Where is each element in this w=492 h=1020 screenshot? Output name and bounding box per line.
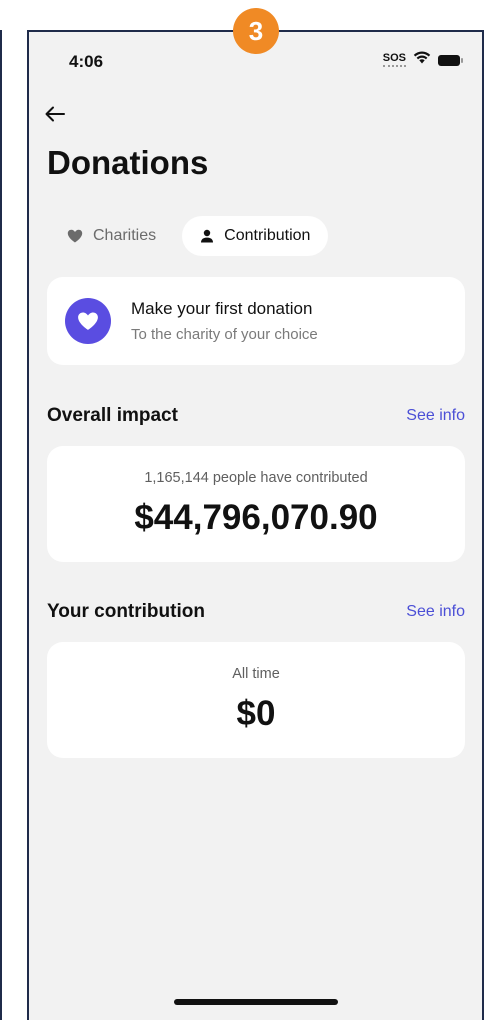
tab-contribution-label: Contribution [224, 227, 311, 244]
sos-indicator: SOS [382, 53, 406, 67]
overall-impact-amount: $44,796,070.90 [134, 498, 378, 537]
overall-impact-see-info-link[interactable]: See info [406, 407, 465, 425]
frame-left-border [0, 30, 2, 1020]
phone-screen: 4:06 SOS Donations Charities Contributio… [27, 30, 484, 1020]
overall-impact-header: Overall impact See info [47, 405, 465, 427]
wifi-icon [413, 51, 431, 69]
person-icon [201, 229, 214, 243]
your-contribution-heading: Your contribution [47, 601, 205, 622]
arrow-left-icon [45, 106, 65, 122]
first-donation-title: Make your first donation [131, 299, 313, 318]
back-button[interactable] [45, 102, 65, 128]
tab-charities[interactable]: Charities [49, 216, 174, 256]
step-badge: 3 [233, 8, 279, 54]
first-donation-card[interactable]: Make your first donation To the charity … [47, 277, 465, 365]
overall-impact-card: 1,165,144 people have contributed $44,79… [47, 446, 465, 562]
heart-icon [78, 312, 98, 330]
your-contribution-header: Your contribution See info [47, 601, 465, 623]
status-icons: SOS [382, 51, 463, 69]
page-title: Donations [47, 144, 209, 181]
home-indicator[interactable] [174, 999, 338, 1005]
contributors-count: 1,165,144 people have contributed [144, 470, 368, 486]
contribution-period-label: All time [232, 666, 280, 682]
your-contribution-amount: $0 [236, 694, 276, 733]
tab-contribution[interactable]: Contribution [182, 216, 329, 256]
status-time: 4:06 [69, 52, 104, 71]
tab-bar: Charities Contribution [49, 216, 329, 256]
battery-icon [438, 54, 463, 66]
donation-heart-badge [65, 298, 111, 344]
first-donation-subtitle: To the charity of your choice [131, 326, 318, 343]
tab-charities-label: Charities [93, 227, 157, 244]
overall-impact-heading: Overall impact [47, 405, 178, 426]
heart-icon [67, 229, 83, 243]
your-contribution-card: All time $0 [47, 642, 465, 758]
your-contribution-see-info-link[interactable]: See info [406, 603, 465, 621]
